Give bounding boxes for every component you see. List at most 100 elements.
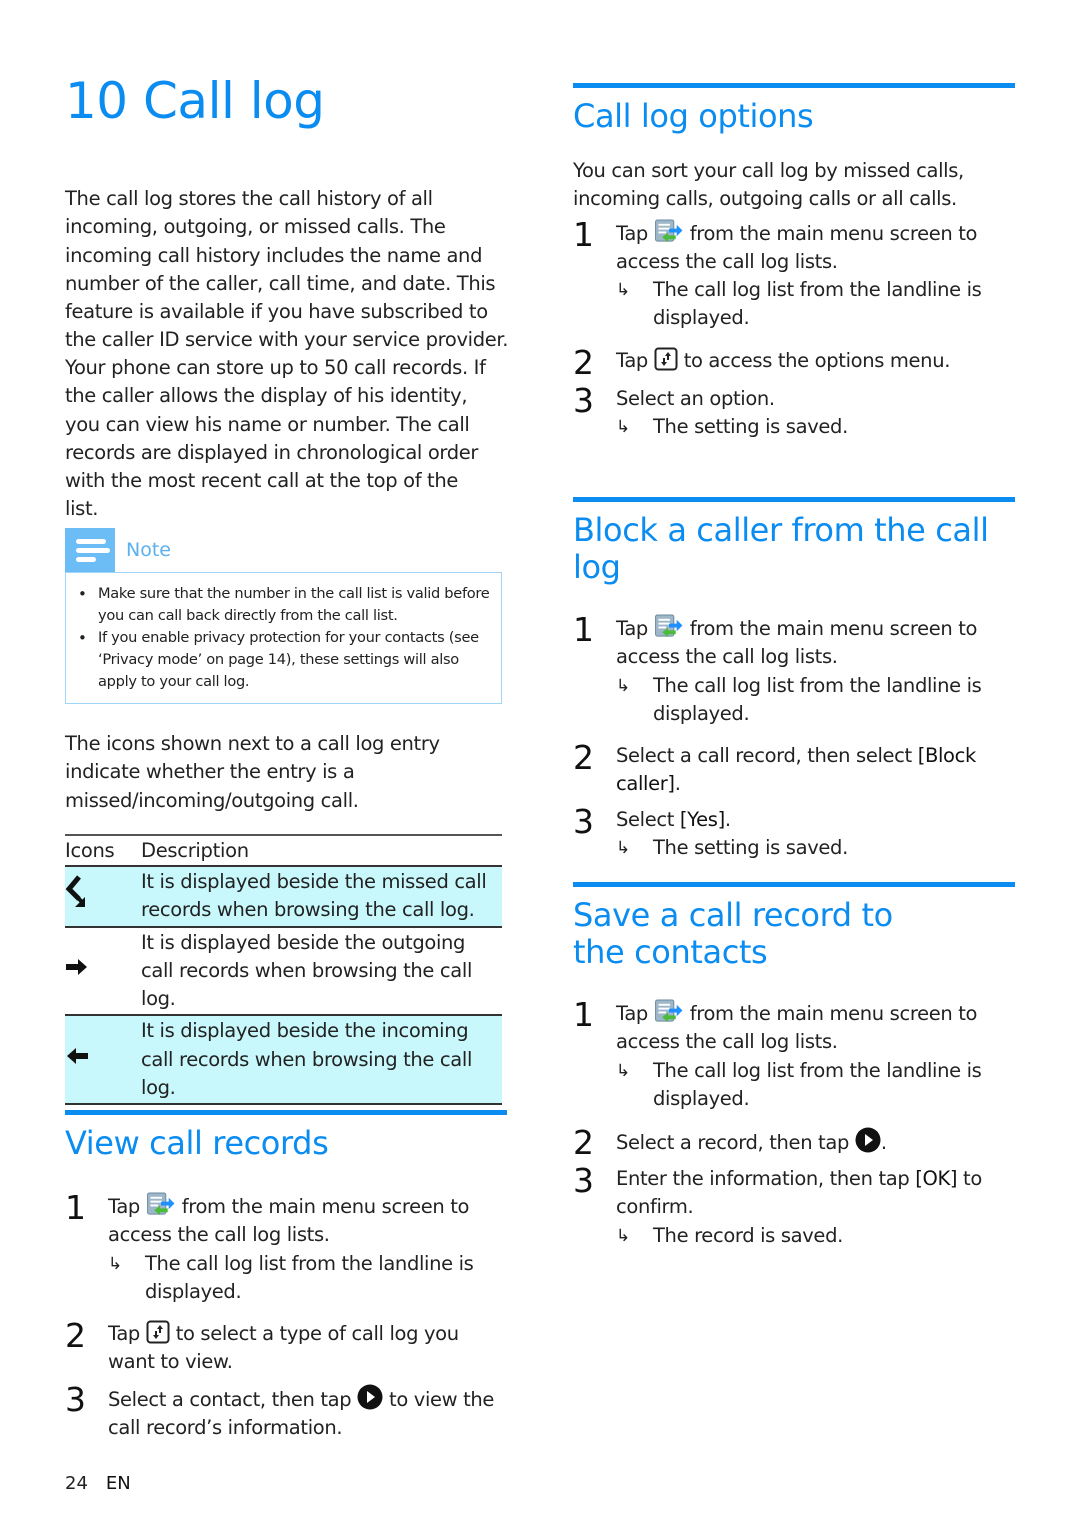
section-block-caller: Block a caller from the call log 1 Tap f… [573, 497, 1015, 862]
result-text: The call log list from the landline is d… [145, 1251, 474, 1303]
result-arrow-icon: ↳ [108, 1253, 122, 1274]
step-text: Tap [616, 1002, 648, 1025]
step-text: Select a call record, then select [616, 744, 912, 768]
step-text: Tap [108, 1195, 140, 1218]
step: 2 Tap to access the options menu. [573, 342, 1015, 382]
step: 1 Tap from the main menu screen to acces… [573, 610, 1015, 729]
icons-intro: The icons shown next to a call log entry… [65, 732, 440, 812]
call-log-menu-icon [654, 614, 684, 639]
step-result: ↳ The call log list from the landline is… [616, 672, 1015, 729]
section-title: Block a caller from the call log [573, 511, 989, 586]
step-result: ↳ The record is saved. [616, 1222, 1015, 1250]
call-log-menu-icon [654, 999, 684, 1024]
table-header-row: Icons Description [65, 835, 502, 866]
note-body: Make sure that the number in the call li… [65, 572, 502, 704]
header-description: Description [141, 839, 249, 862]
language-code: EN [105, 1473, 131, 1494]
section-intro: You can sort your call log by missed cal… [573, 159, 964, 211]
step-result: ↳ The call log list from the landline is… [108, 1250, 507, 1307]
steps-list: 1 Tap from the main menu screen to acces… [573, 995, 1015, 1250]
note-box: Note Make sure that the number in the ca… [65, 528, 502, 704]
play-icon [855, 1127, 881, 1153]
icon-table: Icons Description It is displayed beside… [65, 834, 502, 1105]
page-footer: 24 EN [65, 1473, 131, 1494]
step-text: Select a contact, then tap [108, 1387, 352, 1411]
step-text: Select an option. [616, 386, 775, 410]
table-row: It is displayed beside the incoming call… [65, 1015, 502, 1105]
step-text: Tap [108, 1322, 140, 1346]
steps-list: 1 Tap from the main menu screen to acces… [573, 214, 1015, 442]
step-number: 1 [573, 214, 594, 254]
step-text: . [724, 807, 731, 831]
step-text: Tap [616, 348, 648, 372]
result-arrow-icon: ↳ [616, 1225, 630, 1246]
intro-paragraph-1: The call log stores the call history of … [65, 187, 509, 352]
note-lines-icon [65, 528, 115, 572]
section-view-records: View call records 1 Tap from the main me… [65, 1110, 507, 1442]
step: 2 Tap to select a type of call log you w… [65, 1316, 507, 1377]
outgoing-call-icon [66, 958, 87, 975]
missed-call-icon [65, 875, 85, 908]
chapter-title: 10 Call log [65, 72, 325, 130]
step-number: 3 [573, 1161, 594, 1201]
play-icon [357, 1384, 383, 1410]
step-result: ↳ The setting is saved. [616, 413, 1015, 441]
step-number: 3 [65, 1379, 86, 1419]
table-row: It is displayed beside the missed call r… [65, 866, 502, 927]
section-divider [573, 83, 1015, 88]
ui-label-ok: [OK] [915, 1167, 958, 1191]
call-log-menu-icon [146, 1192, 176, 1217]
step: 2 Select a call record, then select [Blo… [573, 738, 1015, 799]
section-divider [573, 497, 1015, 502]
row-description: It is displayed beside the outgoing call… [141, 930, 473, 1011]
result-arrow-icon: ↳ [616, 838, 630, 859]
section-call-log-options: Call log options You can sort your call … [573, 83, 1015, 441]
step-number: 2 [573, 738, 594, 778]
step-text: . [880, 1131, 887, 1155]
step: 3 Select an option. ↳ The setting is sav… [573, 384, 1015, 442]
step-result: ↳ The call log list from the landline is… [616, 1057, 1015, 1114]
step-number: 2 [65, 1316, 86, 1356]
section-divider [65, 1110, 507, 1115]
page-number: 24 [65, 1473, 88, 1494]
step: 2 Select a record, then tap . [573, 1123, 1015, 1163]
step-text: . [674, 772, 681, 796]
result-text: The record is saved. [653, 1223, 843, 1247]
row-description: It is displayed beside the incoming call… [141, 1019, 473, 1100]
step: 1 Tap from the main menu screen to acces… [573, 995, 1015, 1114]
step: 1 Tap from the main menu screen to acces… [573, 214, 1015, 333]
section-save-record: Save a call record to the contacts 1 Tap… [573, 882, 1015, 1250]
section-title: View call records [65, 1124, 329, 1162]
options-icon [654, 347, 678, 371]
call-log-menu-icon [654, 219, 684, 244]
note-item: Make sure that the number in the call li… [76, 583, 493, 627]
note-label: Note [126, 539, 171, 561]
step-text: Select [616, 807, 675, 831]
step-text: Enter the information, then tap [616, 1167, 910, 1191]
steps-list: 1 Tap from the main menu screen to acces… [65, 1188, 507, 1442]
step-result: ↳ The setting is saved. [616, 834, 1015, 862]
step-number: 1 [65, 1188, 86, 1227]
header-icons: Icons [65, 839, 115, 862]
result-arrow-icon: ↳ [616, 280, 630, 301]
step-result: ↳ The call log list from the landline is… [616, 276, 1015, 333]
row-description: It is displayed beside the missed call r… [141, 870, 487, 922]
note-item: If you enable privacy protection for you… [76, 627, 493, 693]
section-divider [573, 882, 1015, 887]
result-text: The call log list from the landline is d… [653, 278, 982, 330]
step-number: 2 [573, 1123, 594, 1163]
step: 3 Enter the information, then tap [OK] t… [573, 1161, 1015, 1250]
result-arrow-icon: ↳ [616, 417, 630, 438]
ui-label-yes: [Yes] [679, 807, 725, 831]
step-number: 1 [573, 610, 594, 649]
step-text: to access the options menu. [683, 348, 951, 372]
section-title: Save a call record to the contacts [573, 896, 893, 971]
section-title: Call log options [573, 97, 814, 135]
result-text: The setting is saved. [653, 415, 848, 439]
step-text: Select a record, then tap [616, 1131, 849, 1155]
table-row: It is displayed beside the outgoing call… [65, 927, 502, 1016]
step-number: 2 [573, 342, 594, 382]
intro-paragraph-2: Your phone can store up to 50 call recor… [65, 356, 486, 521]
step-number: 1 [573, 995, 594, 1034]
note-header: Note [65, 528, 502, 572]
